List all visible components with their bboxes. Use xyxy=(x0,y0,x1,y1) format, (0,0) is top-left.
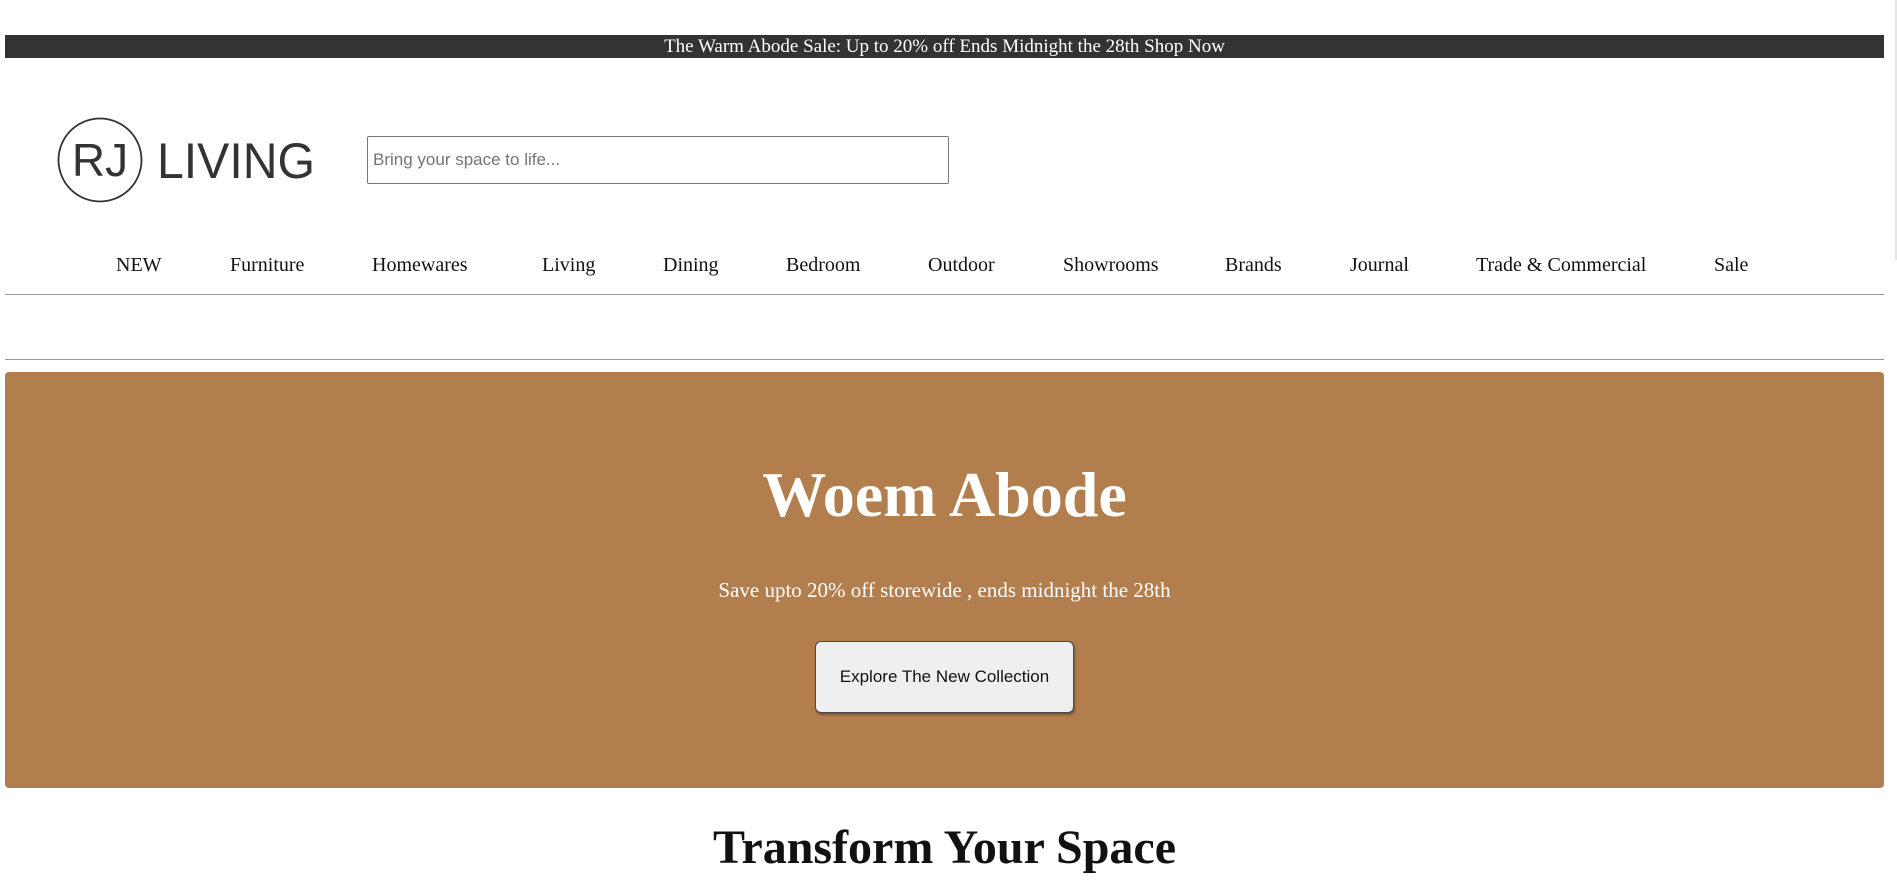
rj-living-logo-icon: RJ LIVING xyxy=(57,117,315,203)
nav-item-brands[interactable]: Brands xyxy=(1225,245,1282,285)
logo-monogram: RJ xyxy=(72,134,128,186)
nav-item-trade-commercial[interactable]: Trade & Commercial xyxy=(1476,245,1646,285)
hero-banner: Woem Abode Save upto 20% off storewide ,… xyxy=(5,372,1884,788)
promo-banner-text[interactable]: The Warm Abode Sale: Up to 20% off Ends … xyxy=(664,36,1225,57)
nav-item-journal[interactable]: Journal xyxy=(1350,245,1409,285)
main-navigation: NEW Furniture Homewares Living Dining Be… xyxy=(5,245,1884,295)
site-logo[interactable]: RJ LIVING xyxy=(57,116,317,204)
promo-banner[interactable]: The Warm Abode Sale: Up to 20% off Ends … xyxy=(5,35,1884,58)
nav-item-furniture[interactable]: Furniture xyxy=(230,245,304,285)
nav-item-homewares[interactable]: Homewares xyxy=(372,245,468,285)
section-title: Transform Your Space xyxy=(712,821,1177,874)
nav-item-new[interactable]: NEW xyxy=(116,245,162,285)
nav-item-bedroom[interactable]: Bedroom xyxy=(786,245,860,285)
section-divider xyxy=(5,359,1884,360)
nav-item-showrooms[interactable]: Showrooms xyxy=(1063,245,1159,285)
nav-item-living[interactable]: Living xyxy=(542,245,595,285)
hero-subtitle: Save upto 20% off storewide , ends midni… xyxy=(718,578,1171,602)
nav-item-outdoor[interactable]: Outdoor xyxy=(928,245,995,285)
nav-item-dining[interactable]: Dining xyxy=(663,245,719,285)
logo-wordmark: LIVING xyxy=(157,133,315,189)
hero-title: Woem Abode xyxy=(762,459,1127,530)
explore-collection-button[interactable]: Explore The New Collection xyxy=(815,641,1074,713)
nav-item-sale[interactable]: Sale xyxy=(1714,245,1748,285)
search-input[interactable] xyxy=(367,136,949,184)
